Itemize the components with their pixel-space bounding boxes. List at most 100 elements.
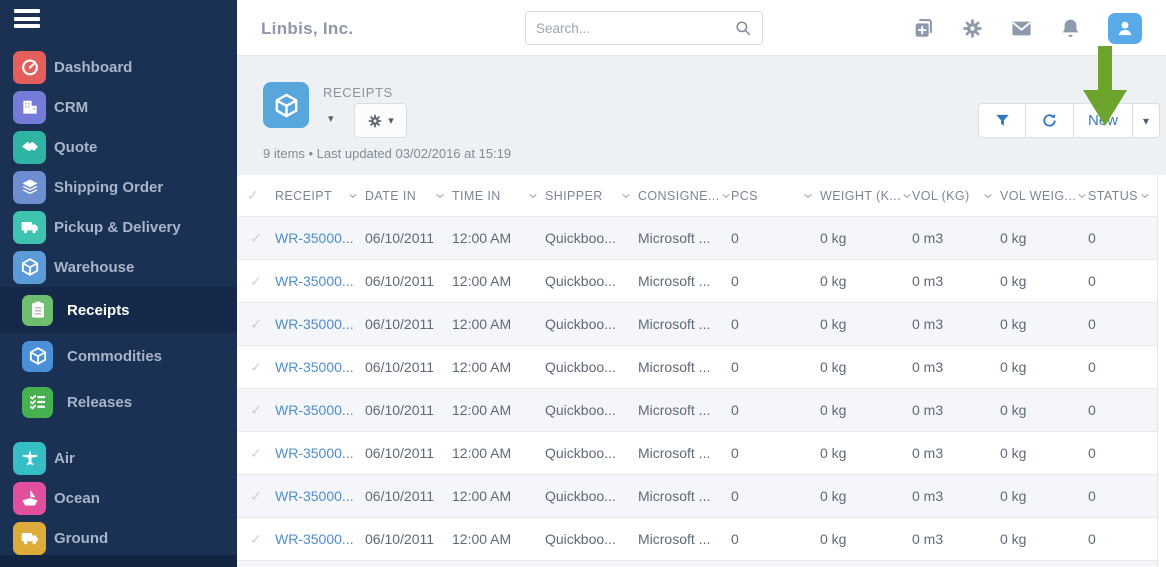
settings-gear-icon[interactable] <box>961 17 984 40</box>
cell-time-in: 12:00 AM <box>452 488 545 504</box>
cell-vol-weig: 0 kg <box>1000 488 1088 504</box>
sidebar-item-label: Receipts <box>67 302 130 319</box>
new-dropdown-button[interactable]: ▾ <box>1132 103 1160 138</box>
row-check[interactable]: ✓ <box>237 316 275 333</box>
sidebar-item-label: Ground <box>54 530 108 547</box>
cell-time-in: 12:00 AM <box>452 531 545 547</box>
filter-button[interactable] <box>978 103 1026 138</box>
cell-shipper: Quickboo... <box>545 316 638 332</box>
cell-consigne: Microsoft ... <box>638 445 731 461</box>
cell-vol-kg: 0 m3 <box>912 316 1000 332</box>
cell-weight-k: 0 kg <box>820 402 912 418</box>
sidebar-item-releases[interactable]: Releases <box>0 379 237 425</box>
search-input[interactable] <box>536 21 734 36</box>
receipt-link[interactable]: WR-35000... <box>275 488 354 504</box>
column-header-status[interactable]: STATUS <box>1088 189 1157 203</box>
column-header-consigne[interactable]: CONSIGNE... <box>638 189 731 203</box>
row-check[interactable]: ✓ <box>237 488 275 505</box>
vertical-scrollbar[interactable] <box>1157 175 1166 567</box>
module-switch-caret[interactable]: ▾ <box>328 112 334 125</box>
sidebar-item-label: Shipping Order <box>54 179 163 196</box>
receipts-icon <box>22 295 53 326</box>
search-icon[interactable] <box>734 19 752 37</box>
mail-icon[interactable] <box>1010 17 1033 40</box>
sidebar-item-crm[interactable]: CRM <box>0 87 237 127</box>
column-header-vol-kg[interactable]: VOL (KG) <box>912 189 1000 203</box>
column-header-date-in[interactable]: DATE IN <box>365 189 452 203</box>
sidebar-item-label: Air <box>54 450 75 467</box>
cell-weight-k: 0 kg <box>820 359 912 375</box>
new-button[interactable]: New <box>1073 103 1133 138</box>
refresh-button[interactable] <box>1025 103 1074 138</box>
cell-weight-k: 0 kg <box>820 488 912 504</box>
cell-vol-kg: 0 m3 <box>912 488 1000 504</box>
cell-consigne: Microsoft ... <box>638 230 731 246</box>
cell-pcs: 0 <box>731 273 820 289</box>
filter-icon <box>994 112 1011 129</box>
sidebar-item-pickup-delivery[interactable]: Pickup & Delivery <box>0 207 237 247</box>
receipt-link[interactable]: WR-35000... <box>275 402 354 418</box>
column-label: SHIPPER <box>545 189 603 203</box>
column-header-vol-weig[interactable]: VOL WEIG... <box>1000 189 1088 203</box>
module-title: RECEIPTS <box>323 85 393 100</box>
pickup-delivery-icon <box>13 211 46 244</box>
cell-date-in: 06/10/2011 <box>365 359 452 375</box>
receipts-table: ✓RECEIPTDATE INTIME INSHIPPERCONSIGNE...… <box>237 175 1166 567</box>
sidebar-item-dashboard[interactable]: Dashboard <box>0 47 237 87</box>
column-label: PCS <box>731 189 758 203</box>
notifications-bell-icon[interactable] <box>1059 17 1082 40</box>
cell-vol-kg: 0 m3 <box>912 273 1000 289</box>
cell-consigne: Microsoft ... <box>638 488 731 504</box>
sidebar-item-air[interactable]: Air <box>0 438 237 478</box>
column-label: VOL WEIG... <box>1000 189 1076 203</box>
cell-shipper: Quickboo... <box>545 402 638 418</box>
receipt-link[interactable]: WR-35000... <box>275 230 354 246</box>
sort-chevron-icon <box>1076 190 1088 202</box>
company-name: Linbis, Inc. <box>261 19 353 39</box>
sidebar-item-receipts[interactable]: Receipts <box>0 287 237 333</box>
user-avatar[interactable] <box>1108 13 1142 44</box>
select-all-check[interactable]: ✓ <box>237 187 275 204</box>
row-check[interactable]: ✓ <box>237 359 275 376</box>
cell-pcs: 0 <box>731 230 820 246</box>
cell-date-in: 06/10/2011 <box>365 445 452 461</box>
receipt-link[interactable]: WR-35000... <box>275 445 354 461</box>
row-check[interactable]: ✓ <box>237 531 275 548</box>
topbar: Linbis, Inc. <box>237 0 1166 56</box>
receipt-link[interactable]: WR-35000... <box>275 359 354 375</box>
row-check[interactable]: ✓ <box>237 445 275 462</box>
sort-chevron-icon <box>1139 190 1151 202</box>
column-header-time-in[interactable]: TIME IN <box>452 189 545 203</box>
cell-time-in: 12:00 AM <box>452 402 545 418</box>
column-label: DATE IN <box>365 189 416 203</box>
sidebar-item-ground[interactable]: Ground <box>0 518 237 558</box>
column-label: VOL (KG) <box>912 189 970 203</box>
sidebar-item-commodities[interactable]: Commodities <box>0 333 237 379</box>
sidebar-item-quote[interactable]: Quote <box>0 127 237 167</box>
column-header-receipt[interactable]: RECEIPT <box>275 189 365 203</box>
cell-consigne: Microsoft ... <box>638 273 731 289</box>
list-settings-button[interactable]: ▾ <box>354 103 407 138</box>
dashboard-icon <box>13 51 46 84</box>
add-document-icon[interactable] <box>912 17 935 40</box>
column-header-pcs[interactable]: PCS <box>731 189 820 203</box>
hamburger-menu-icon[interactable] <box>14 9 40 28</box>
sidebar-item-warehouse[interactable]: Warehouse <box>0 247 237 287</box>
row-check[interactable]: ✓ <box>237 273 275 290</box>
cell-status: 0 <box>1088 402 1157 418</box>
cell-date-in: 06/10/2011 <box>365 488 452 504</box>
table-row: ✓WR-35000...06/10/201112:00 AMQuickboo..… <box>237 518 1157 561</box>
sidebar-item-label: Warehouse <box>54 259 134 276</box>
column-label: TIME IN <box>452 189 501 203</box>
receipt-link[interactable]: WR-35000... <box>275 273 354 289</box>
sidebar-item-shipping-order[interactable]: Shipping Order <box>0 167 237 207</box>
row-check[interactable]: ✓ <box>237 230 275 247</box>
column-header-weight-k[interactable]: WEIGHT (K... <box>820 189 912 203</box>
receipt-link[interactable]: WR-35000... <box>275 531 354 547</box>
row-check[interactable]: ✓ <box>237 402 275 419</box>
cell-vol-weig: 0 kg <box>1000 359 1088 375</box>
receipt-link[interactable]: WR-35000... <box>275 316 354 332</box>
column-header-shipper[interactable]: SHIPPER <box>545 189 638 203</box>
sidebar-item-ocean[interactable]: Ocean <box>0 478 237 518</box>
cell-vol-weig: 0 kg <box>1000 316 1088 332</box>
